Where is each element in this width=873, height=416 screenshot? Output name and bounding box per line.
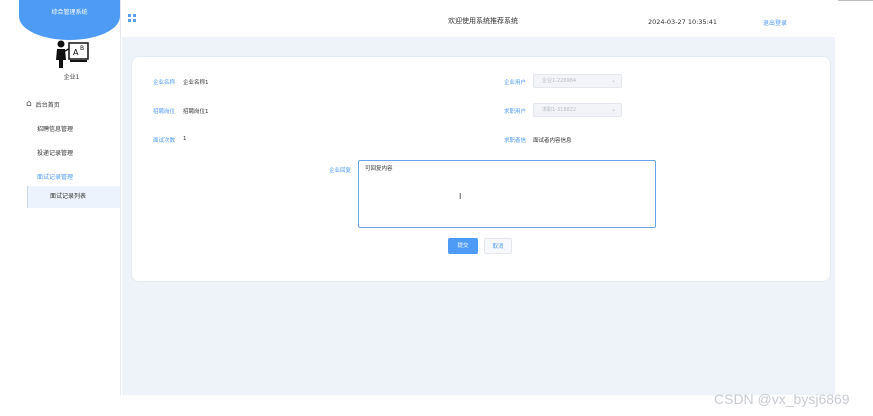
watermark: CSDN @vx_bysj6869 bbox=[714, 391, 850, 407]
position-value: 招聘岗位1 bbox=[183, 109, 209, 115]
home-icon: ⌂ bbox=[26, 99, 32, 109]
sidebar-item-interview[interactable]: 面试记录管理 bbox=[37, 172, 73, 181]
sidebar-subitem-interview-list[interactable]: 面试记录列表 bbox=[27, 186, 120, 208]
sidebar-item-delivery[interactable]: 投递记录管理 bbox=[37, 148, 73, 157]
job-user-value: 求职1-318822 bbox=[542, 107, 577, 113]
sidebar-item-label: 后台首页 bbox=[35, 101, 60, 109]
sidebar-item-recruitment[interactable]: 招聘信息管理 bbox=[37, 124, 73, 133]
interview-content-label: 求职者信 bbox=[504, 138, 527, 144]
job-user-select[interactable]: 求职1-318822 ⌄ bbox=[533, 103, 622, 117]
company-name-value: 企业名称1 bbox=[183, 80, 209, 86]
header-datetime: 2024-03-27 10:35:41 bbox=[648, 18, 718, 26]
reply-label: 企业回复 bbox=[329, 168, 352, 174]
sidebar-item-home[interactable]: ⌂ 后台首页 bbox=[26, 99, 60, 109]
system-name-badge: 综合管理系统 bbox=[19, 0, 120, 40]
chevron-down-icon: ⌄ bbox=[610, 77, 616, 84]
svg-text:B: B bbox=[80, 45, 84, 52]
company-user-label: 企业用户 bbox=[504, 80, 527, 86]
reply-textarea[interactable]: 可回复内容 bbox=[358, 160, 656, 228]
interview-count-value: 1 bbox=[183, 136, 187, 142]
interview-count-label: 面试次数 bbox=[153, 138, 176, 144]
frame-corner-right bbox=[838, 0, 873, 1]
avatar: A B bbox=[56, 40, 89, 68]
company-user-select[interactable]: 企业1-226984 ⌄ bbox=[533, 74, 622, 88]
position-label: 招聘岗位 bbox=[153, 109, 176, 115]
grid-menu-icon[interactable] bbox=[128, 14, 136, 22]
cancel-button[interactable]: 取消 bbox=[484, 238, 512, 254]
chevron-down-icon: ⌄ bbox=[610, 106, 616, 113]
company-user-value: 企业1-226984 bbox=[542, 78, 577, 84]
company-name-label: 企业名称 bbox=[153, 80, 176, 86]
sidebar: 综合管理系统 A B 企业1 ⌂ 后台首页 招聘信息管理 投递记录管理 面试记录… bbox=[0, 0, 121, 395]
text-cursor-icon: I bbox=[459, 192, 462, 201]
svg-text:A: A bbox=[73, 48, 79, 57]
interview-content-value: 面试者内容信息 bbox=[533, 138, 572, 144]
job-user-label: 求职用户 bbox=[504, 109, 527, 115]
submit-button[interactable]: 提交 bbox=[448, 238, 478, 254]
logout-link[interactable]: 退出登录 bbox=[763, 18, 787, 27]
app-window: 综合管理系统 A B 企业1 ⌂ 后台首页 招聘信息管理 投递记录管理 面试记录… bbox=[0, 0, 873, 416]
header-title: 欢迎使用系统推荐系统 bbox=[448, 17, 518, 25]
